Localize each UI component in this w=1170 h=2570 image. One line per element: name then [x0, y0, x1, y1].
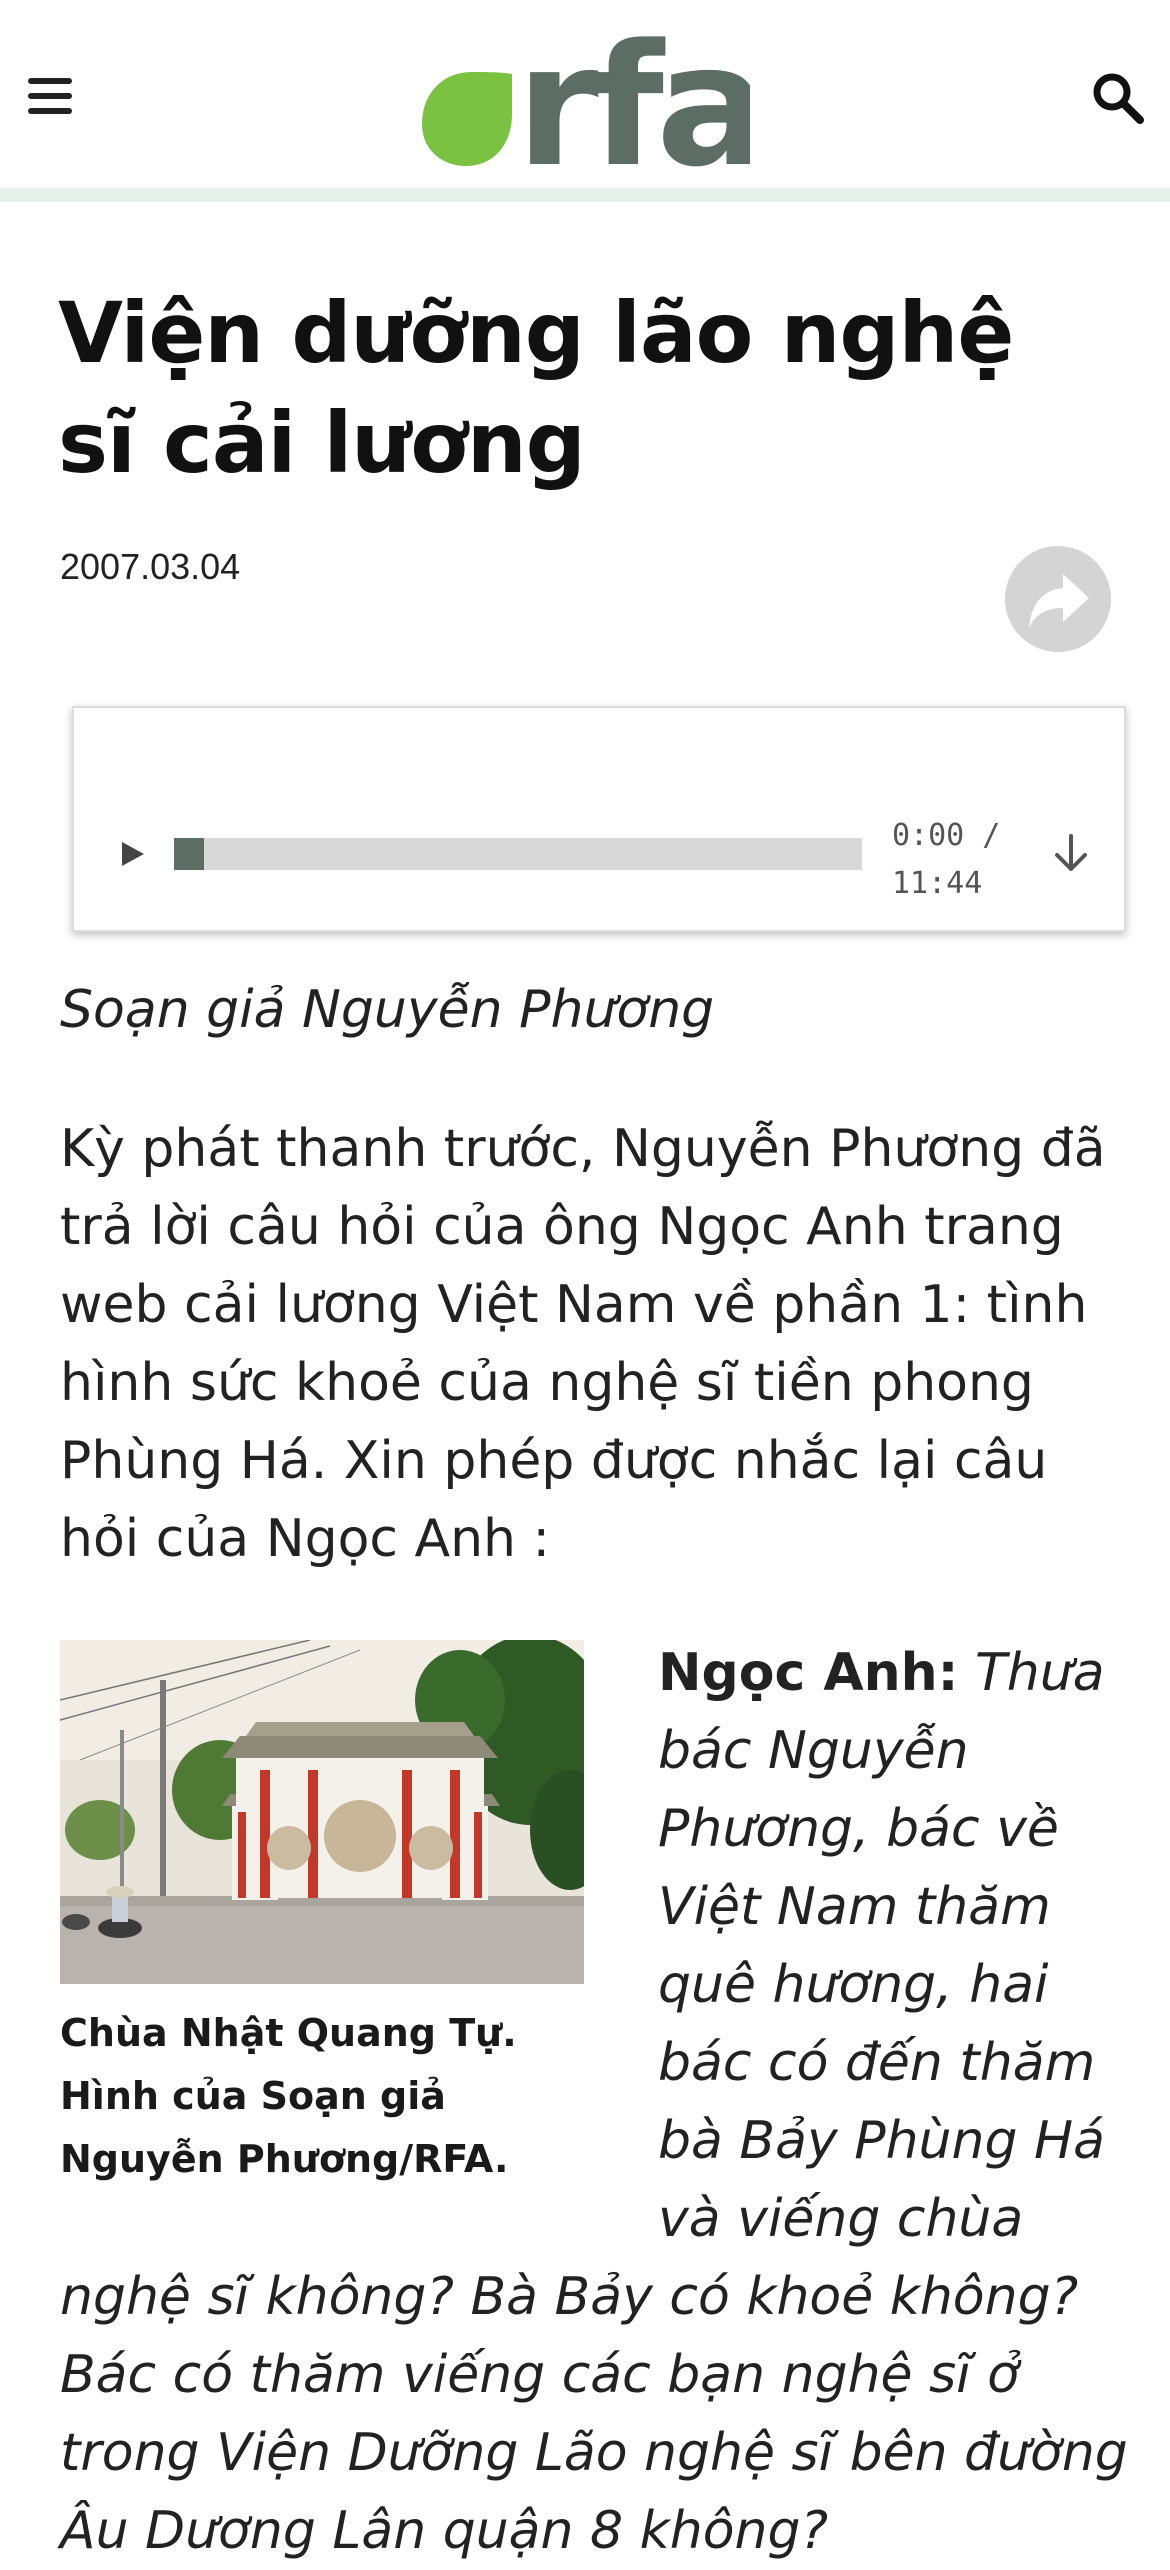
- rfa-logo[interactable]: rfa: [420, 20, 750, 170]
- article-byline: Soạn giả Nguyễn Phương: [60, 980, 715, 1040]
- share-button[interactable]: [1005, 546, 1111, 652]
- article-paragraph: Kỳ phát thanh trước, Nguyễn Phương đã tr…: [60, 1119, 1106, 1569]
- hamburger-menu-icon[interactable]: [28, 76, 72, 116]
- header-divider: [0, 188, 1170, 202]
- image-caption: Chùa Nhật Quang Tự. Hình của Soạn giả Ng…: [60, 2011, 517, 2181]
- audio-current-time: 0:00 /: [892, 818, 1001, 853]
- audio-time-readout: 0:00 / 11:44: [892, 812, 1022, 908]
- download-arrow-icon[interactable]: [1046, 828, 1096, 878]
- audio-duration: 11:44: [892, 866, 983, 901]
- article-title: Viện dưỡng lão nghệ sĩ cải lương: [58, 284, 1014, 492]
- qa-speaker-label: Ngọc Anh:: [658, 1643, 959, 1703]
- article-date: 2007.03.04: [60, 546, 241, 587]
- qa-question-continued: nghệ sĩ không? Bà Bảy có khoẻ không? Bác…: [60, 2267, 1128, 2561]
- audio-player: 0:00 / 11:44: [72, 706, 1126, 932]
- qa-question-top: Ngọc Anh: Thưa bác Nguyễn Phương, bác về…: [658, 1634, 1128, 2258]
- pagoda-gate-photo[interactable]: [60, 1640, 584, 1984]
- audio-progress-thumb[interactable]: [174, 838, 204, 870]
- search-icon[interactable]: [1090, 70, 1146, 126]
- audio-progress-bar[interactable]: [174, 838, 862, 870]
- rfa-logo-leaf-icon: [422, 72, 512, 166]
- play-icon[interactable]: [114, 834, 150, 874]
- share-arrow-icon: [1029, 574, 1089, 628]
- site-header: rfa: [0, 0, 1170, 190]
- rfa-logo-text: rfa: [516, 20, 750, 170]
- qa-question-text: Thưa bác Nguyễn Phương, bác về Việt Nam …: [658, 1643, 1105, 2249]
